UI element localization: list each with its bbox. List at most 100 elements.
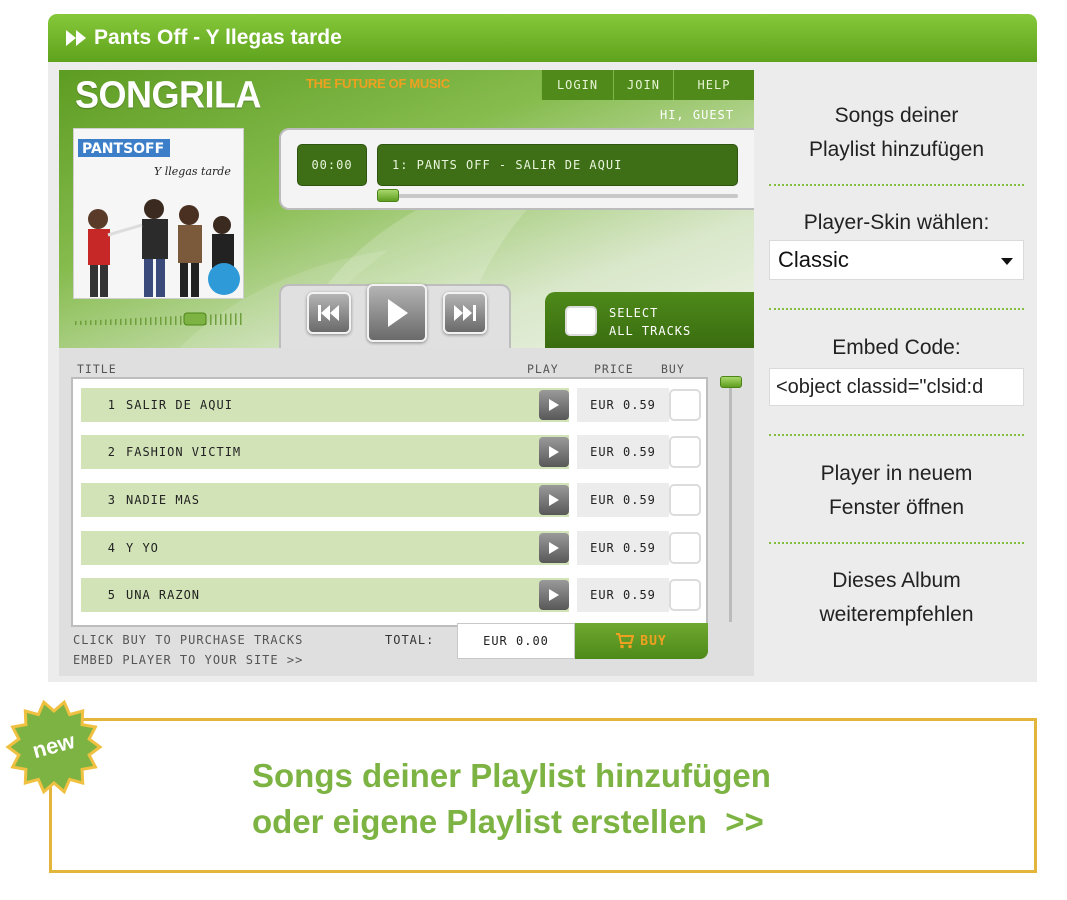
select-all-label: SELECT ALL TRACKS [609, 306, 692, 338]
scrollbar-thumb[interactable] [720, 376, 742, 388]
user-greeting: HI, GUEST [659, 108, 734, 122]
transport-controls [279, 284, 511, 348]
track-title: NADIE MAS [126, 493, 201, 507]
table-row: 1 SALIR DE AQUI EUR 0.59 [81, 388, 701, 422]
track-play-button[interactable] [539, 533, 569, 563]
column-play: PLAY [527, 362, 559, 376]
window-title: Pants Off - Y llegas tarde [94, 26, 342, 49]
track-name-cell[interactable]: 1 SALIR DE AQUI [81, 388, 569, 422]
next-button[interactable] [443, 292, 487, 334]
divider [769, 542, 1024, 544]
chevron-down-icon [1001, 258, 1013, 265]
track-name-cell[interactable]: 3 NADIE MAS [81, 483, 569, 517]
play-icon [549, 589, 559, 601]
skip-back-icon [318, 305, 339, 321]
track-buy-checkbox[interactable] [669, 579, 701, 611]
track-play-button[interactable] [539, 485, 569, 515]
cover-band-text: PANTSOFF [82, 141, 164, 157]
skin-select-value: Classic [778, 247, 849, 272]
fast-forward-icon [66, 30, 88, 46]
buy-button-label: BUY [640, 633, 667, 649]
track-title: UNA RAZON [126, 588, 201, 602]
track-price: EUR 0.59 [577, 483, 669, 517]
previous-button[interactable] [307, 292, 351, 334]
album-cover: PANTSOFF Y llegas tarde [73, 128, 244, 299]
column-title: TITLE [77, 362, 117, 376]
track-title: SALIR DE AQUI [126, 398, 233, 412]
play-icon [549, 542, 559, 554]
track-play-button[interactable] [539, 580, 569, 610]
promo-text[interactable]: Songs deiner Playlist hinzufügen oder ei… [252, 753, 771, 845]
track-price: EUR 0.59 [577, 435, 669, 469]
track-play-button[interactable] [539, 390, 569, 420]
track-buy-checkbox[interactable] [669, 436, 701, 468]
track-list-scrollbar[interactable] [720, 376, 742, 622]
track-buy-checkbox[interactable] [669, 389, 701, 421]
add-to-playlist-link[interactable]: Songs deiner Playlist hinzufügen [769, 99, 1024, 167]
track-price: EUR 0.59 [577, 578, 669, 612]
track-number: 1 [107, 398, 116, 412]
skin-select[interactable]: Classic [769, 240, 1024, 280]
progress-knob[interactable] [377, 189, 399, 202]
table-row: 2 FASHION VICTIM EUR 0.59 [81, 435, 701, 469]
embed-player-link[interactable]: EMBED PLAYER TO YOUR SITE >> [73, 653, 303, 667]
divider [769, 184, 1024, 186]
track-play-button[interactable] [539, 437, 569, 467]
time-display: 00:00 [297, 144, 367, 186]
nav-help[interactable]: HELP [673, 70, 754, 100]
songrila-logo: SONGRILA [75, 72, 262, 116]
track-number: 3 [107, 493, 116, 507]
track-name-cell[interactable]: 2 FASHION VICTIM [81, 435, 569, 469]
table-row: 5 UNA RAZON EUR 0.59 [81, 578, 701, 612]
buy-hint: CLICK BUY TO PURCHASE TRACKS [73, 633, 304, 647]
track-number: 5 [107, 588, 116, 602]
new-badge: new [5, 699, 103, 795]
skin-label: Player-Skin wählen: [803, 211, 990, 234]
now-playing-title: 1: PANTS OFF - SALIR DE AQUI [377, 144, 738, 186]
track-title: FASHION VICTIM [126, 445, 242, 459]
select-all-checkbox[interactable] [565, 306, 597, 336]
track-price: EUR 0.59 [577, 531, 669, 565]
track-number: 4 [107, 541, 116, 555]
nav-login[interactable]: LOGIN [541, 70, 613, 100]
play-icon [549, 494, 559, 506]
nav-join[interactable]: JOIN [613, 70, 673, 100]
cover-album-text: Y llegas tarde [154, 165, 231, 178]
play-button[interactable] [367, 284, 427, 342]
volume-slider[interactable] [73, 312, 243, 326]
top-nav: LOGIN JOIN HELP [541, 70, 754, 100]
window-title-bar: Pants Off - Y llegas tarde [48, 14, 1037, 62]
total-label: TOTAL: [385, 633, 435, 647]
column-price: PRICE [594, 362, 634, 376]
select-all-tracks[interactable]: SELECT ALL TRACKS [545, 292, 754, 348]
buy-button[interactable]: BUY [575, 623, 708, 659]
play-icon [549, 446, 559, 458]
play-icon [549, 399, 559, 411]
track-title: Y YO [126, 541, 159, 555]
track-price: EUR 0.59 [577, 388, 669, 422]
table-row: 4 Y YO EUR 0.59 [81, 531, 701, 565]
track-name-cell[interactable]: 5 UNA RAZON [81, 578, 569, 612]
track-number: 2 [107, 445, 116, 459]
open-in-new-window-link[interactable]: Player in neuem Fenster öffnen [769, 457, 1024, 525]
track-buy-checkbox[interactable] [669, 532, 701, 564]
divider [769, 308, 1024, 310]
track-list: 1 SALIR DE AQUI EUR 0.59 2 FASHION VICTIM … [71, 377, 708, 627]
player-header: SONGRILA THE FUTURE OF MUSIC LOGIN JOIN … [59, 70, 754, 348]
total-value: EUR 0.00 [457, 623, 575, 659]
skip-forward-icon [454, 305, 476, 321]
play-icon [388, 299, 408, 327]
promo-banner[interactable]: Songs deiner Playlist hinzufügen oder ei… [49, 718, 1037, 873]
embed-code-field[interactable]: <object classid="clsid:d [769, 368, 1024, 406]
shopping-cart-icon [616, 633, 635, 649]
track-name-cell[interactable]: 4 Y YO [81, 531, 569, 565]
table-row: 3 NADIE MAS EUR 0.59 [81, 483, 701, 517]
column-buy: BUY [661, 362, 685, 376]
progress-bar[interactable] [377, 189, 738, 202]
now-playing-panel: 00:00 1: PANTS OFF - SALIR DE AQUI [279, 128, 754, 210]
music-player: SONGRILA THE FUTURE OF MUSIC LOGIN JOIN … [59, 70, 754, 676]
track-buy-checkbox[interactable] [669, 484, 701, 516]
recommend-album-link[interactable]: Dieses Album weiterempfehlen [769, 564, 1024, 632]
divider [769, 434, 1024, 436]
tagline: THE FUTURE OF MUSIC [306, 76, 450, 91]
